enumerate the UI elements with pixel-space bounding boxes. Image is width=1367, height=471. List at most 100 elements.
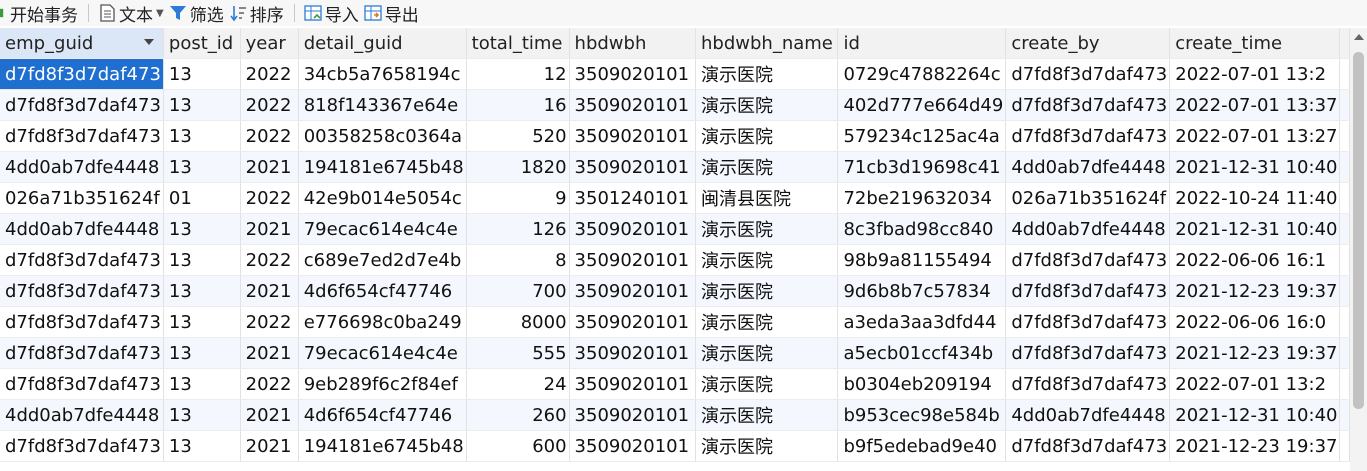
table-cell[interactable]: 4dd0ab7dfe4448	[1005, 213, 1171, 245]
table-cell[interactable]: 2021-12-31 10:40	[1169, 399, 1341, 431]
import-button[interactable]: 导入	[303, 0, 363, 26]
table-cell[interactable]: 2022-07-01 13:37	[1169, 89, 1341, 121]
table-cell[interactable]: 026a71b351624f	[1005, 182, 1171, 214]
table-cell[interactable]: 42e9b014e5054c	[298, 182, 467, 214]
table-cell[interactable]: 194181e6745b48	[298, 151, 467, 183]
table-cell[interactable]: 9	[466, 182, 570, 214]
table-cell[interactable]: 演示医院	[695, 244, 839, 276]
table-cell[interactable]: 13	[163, 337, 241, 369]
table-cell[interactable]: 9d6b8b7c57834	[837, 275, 1007, 307]
table-cell[interactable]: 2022-06-06 16:0	[1169, 306, 1341, 338]
table-cell[interactable]: 13	[163, 213, 241, 245]
table-cell[interactable]: 3509020101	[569, 337, 697, 369]
table-cell[interactable]: 600	[466, 430, 570, 462]
table-cell[interactable]	[1339, 120, 1350, 152]
table-cell[interactable]: 12	[466, 58, 570, 90]
table-cell[interactable]	[1339, 58, 1350, 90]
table-cell[interactable]: d7fd8f3d7daf473	[0, 368, 164, 400]
table-cell[interactable]: 演示医院	[695, 399, 839, 431]
table-row[interactable]: d7fd8f3d7daf473 13 2021 79ecac614e4c4e 555 35…	[0, 337, 1350, 369]
table-cell[interactable]: d7fd8f3d7daf473	[1005, 89, 1171, 121]
table-cell[interactable]: a3eda3aa3dfd44	[837, 306, 1007, 338]
table-cell[interactable]: 72be219632034	[837, 182, 1007, 214]
table-cell[interactable]: 98b9a81155494	[837, 244, 1007, 276]
table-cell[interactable]	[1339, 213, 1350, 245]
column-header-emp-guid[interactable]: emp_guid	[0, 28, 164, 59]
table-row[interactable]: d7fd8f3d7daf473 13 2022 00358258c0364a 520 35…	[0, 120, 1350, 152]
table-cell[interactable]: 2021	[240, 151, 299, 183]
table-cell[interactable]: 4dd0ab7dfe4448	[0, 213, 164, 245]
table-cell[interactable]: d7fd8f3d7daf473	[0, 58, 164, 90]
table-cell[interactable]: 演示医院	[695, 151, 839, 183]
table-row[interactable]: 026a71b351624f 01 2022 42e9b014e5054c 9 35012…	[0, 182, 1350, 214]
column-header-overflow[interactable]	[1339, 28, 1350, 59]
table-cell[interactable]: 演示医院	[695, 306, 839, 338]
table-cell[interactable]: 3509020101	[569, 89, 697, 121]
table-cell[interactable]: 2022-10-24 11:40	[1169, 182, 1341, 214]
sort-indicator-icon[interactable]	[143, 39, 154, 45]
table-cell[interactable]: 13	[163, 275, 241, 307]
table-cell[interactable]: 演示医院	[695, 368, 839, 400]
table-cell[interactable]: 2022	[240, 306, 299, 338]
table-cell[interactable]	[1339, 244, 1350, 276]
table-cell[interactable]: d7fd8f3d7daf473	[0, 275, 164, 307]
table-cell[interactable]: 4dd0ab7dfe4448	[1005, 151, 1171, 183]
table-cell[interactable]: 演示医院	[695, 337, 839, 369]
table-cell[interactable]: 8000	[466, 306, 570, 338]
table-cell[interactable]: 01	[163, 182, 241, 214]
table-cell[interactable]: 3509020101	[569, 213, 697, 245]
table-cell[interactable]: 13	[163, 58, 241, 90]
table-cell[interactable]: 194181e6745b48	[298, 430, 467, 462]
table-cell[interactable]: 3509020101	[569, 120, 697, 152]
table-cell[interactable]	[1339, 430, 1350, 462]
table-cell[interactable]: d7fd8f3d7daf473	[0, 337, 164, 369]
table-cell[interactable]: 126	[466, 213, 570, 245]
table-cell[interactable]: 2022-07-01 13:2	[1169, 58, 1341, 90]
table-cell[interactable]: 演示医院	[695, 430, 839, 462]
table-cell[interactable]: 2022-06-06 16:1	[1169, 244, 1341, 276]
table-cell[interactable]: b953cec98e584b	[837, 399, 1007, 431]
table-cell[interactable]: 2021-12-31 10:40	[1169, 213, 1341, 245]
table-cell[interactable]	[1339, 399, 1350, 431]
text-view-button[interactable]: 文本 ▼	[97, 0, 168, 26]
table-cell[interactable]: d7fd8f3d7daf473	[1005, 368, 1171, 400]
table-cell[interactable]: d7fd8f3d7daf473	[1005, 58, 1171, 90]
table-cell[interactable]: e776698c0ba249	[298, 306, 467, 338]
table-cell[interactable]: d7fd8f3d7daf473	[1005, 275, 1171, 307]
vertical-scrollbar[interactable]	[1350, 28, 1367, 471]
table-cell[interactable]: a5ecb01ccf434b	[837, 337, 1007, 369]
table-cell[interactable]: 79ecac614e4c4e	[298, 337, 467, 369]
table-cell[interactable]: 2022	[240, 182, 299, 214]
table-cell[interactable]: 71cb3d19698c41	[837, 151, 1007, 183]
table-cell[interactable]: 2022-07-01 13:27	[1169, 120, 1341, 152]
table-cell[interactable]: 16	[466, 89, 570, 121]
export-button[interactable]: 导出	[363, 0, 423, 26]
table-cell[interactable]: 演示医院	[695, 58, 839, 90]
table-row[interactable]: d7fd8f3d7daf473 13 2021 194181e6745b48 600 35…	[0, 430, 1350, 462]
table-cell[interactable]: 演示医院	[695, 213, 839, 245]
table-cell[interactable]: 520	[466, 120, 570, 152]
begin-transaction-button[interactable]: 开始事务	[0, 0, 82, 26]
table-cell[interactable]: 4dd0ab7dfe4448	[1005, 399, 1171, 431]
table-cell[interactable]: d7fd8f3d7daf473	[0, 244, 164, 276]
table-cell[interactable]: 3509020101	[569, 306, 697, 338]
table-cell[interactable]: 演示医院	[695, 120, 839, 152]
table-cell[interactable]: 3509020101	[569, 430, 697, 462]
table-cell[interactable]	[1339, 89, 1350, 121]
table-cell[interactable]: 13	[163, 430, 241, 462]
table-cell[interactable]: 3509020101	[569, 275, 697, 307]
table-cell[interactable]: b9f5edebad9e40	[837, 430, 1007, 462]
table-cell[interactable]: 1820	[466, 151, 570, 183]
table-cell[interactable]: d7fd8f3d7daf473	[1005, 120, 1171, 152]
table-cell[interactable]: 13	[163, 306, 241, 338]
table-cell[interactable]: 2022	[240, 120, 299, 152]
table-cell[interactable]	[1339, 182, 1350, 214]
table-cell[interactable]: 4d6f654cf47746	[298, 399, 467, 431]
table-row[interactable]: d7fd8f3d7daf473 13 2022 34cb5a7658194c 12 350…	[0, 58, 1350, 90]
table-cell[interactable]: 9eb289f6c2f84ef	[298, 368, 467, 400]
table-cell[interactable]: 026a71b351624f	[0, 182, 164, 214]
column-header-id[interactable]: id	[837, 28, 1007, 59]
column-header-detail-guid[interactable]: detail_guid	[298, 28, 467, 59]
table-row[interactable]: 4dd0ab7dfe4448 13 2021 4d6f654cf47746 260 350…	[0, 399, 1350, 431]
column-header-total-time[interactable]: total_time	[466, 28, 570, 59]
